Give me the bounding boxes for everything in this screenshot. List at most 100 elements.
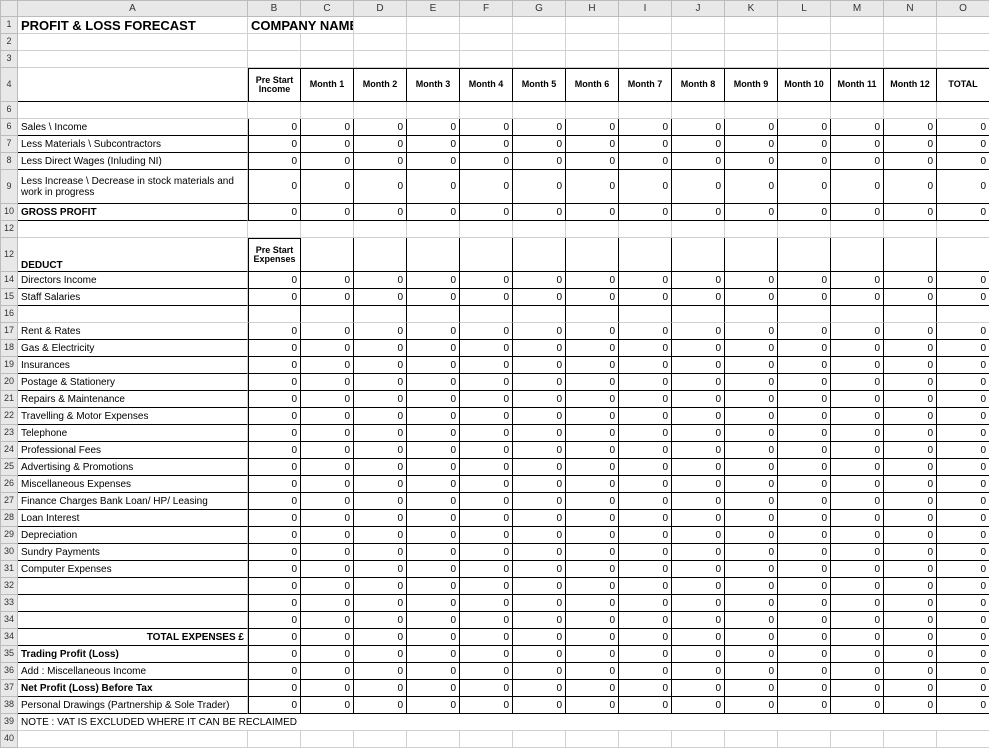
data-cell[interactable]: 0 — [619, 697, 672, 714]
empty-cell[interactable] — [884, 731, 937, 748]
data-cell[interactable]: 0 — [460, 170, 513, 204]
empty-cell[interactable] — [460, 731, 513, 748]
data-cell[interactable]: 0 — [884, 153, 937, 170]
data-cell[interactable]: 0 — [619, 646, 672, 663]
data-cell[interactable]: 0 — [513, 646, 566, 663]
data-cell[interactable]: 0 — [301, 136, 354, 153]
data-cell[interactable]: 0 — [778, 408, 831, 425]
empty-cell[interactable] — [937, 17, 989, 34]
data-cell[interactable]: 0 — [248, 697, 301, 714]
data-cell[interactable]: 0 — [301, 442, 354, 459]
data-cell[interactable]: 0 — [672, 544, 725, 561]
data-cell[interactable]: 0 — [460, 204, 513, 221]
data-cell[interactable]: 0 — [407, 170, 460, 204]
data-cell[interactable]: 0 — [513, 153, 566, 170]
data-cell[interactable]: 0 — [566, 408, 619, 425]
data-cell[interactable]: 0 — [407, 459, 460, 476]
data-cell[interactable]: 0 — [513, 272, 566, 289]
data-cell[interactable]: 0 — [619, 340, 672, 357]
data-cell[interactable]: 0 — [513, 561, 566, 578]
data-cell[interactable]: 0 — [354, 408, 407, 425]
empty-cell[interactable] — [937, 102, 989, 119]
data-cell[interactable]: 0 — [619, 680, 672, 697]
data-cell[interactable]: 0 — [672, 289, 725, 306]
empty-cell[interactable] — [354, 51, 407, 68]
data-cell[interactable]: 0 — [619, 119, 672, 136]
data-cell[interactable]: 0 — [248, 680, 301, 697]
data-cell[interactable]: 0 — [566, 612, 619, 629]
row-header[interactable]: 21 — [0, 391, 18, 408]
data-cell[interactable]: 0 — [672, 612, 725, 629]
data-cell[interactable]: 0 — [619, 561, 672, 578]
data-cell[interactable]: 0 — [937, 629, 989, 646]
data-cell[interactable]: 0 — [619, 323, 672, 340]
data-cell[interactable]: 0 — [831, 425, 884, 442]
data-cell[interactable]: 0 — [301, 425, 354, 442]
empty-cell[interactable] — [725, 34, 778, 51]
empty-cell[interactable] — [407, 221, 460, 238]
data-cell[interactable] — [619, 306, 672, 323]
column-header[interactable]: E — [407, 0, 460, 17]
row-header[interactable]: 24 — [0, 442, 18, 459]
data-cell[interactable]: 0 — [725, 374, 778, 391]
data-cell[interactable]: 0 — [407, 323, 460, 340]
data-cell[interactable]: 0 — [566, 493, 619, 510]
data-cell[interactable]: 0 — [831, 646, 884, 663]
column-header[interactable]: A — [18, 0, 248, 17]
data-cell[interactable]: 0 — [301, 578, 354, 595]
data-cell[interactable]: 0 — [407, 391, 460, 408]
data-cell[interactable]: 0 — [248, 476, 301, 493]
data-cell[interactable]: 0 — [725, 391, 778, 408]
data-cell[interactable]: 0 — [778, 680, 831, 697]
data-cell[interactable]: 0 — [513, 289, 566, 306]
data-cell[interactable]: 0 — [248, 425, 301, 442]
data-cell[interactable]: 0 — [884, 204, 937, 221]
data-cell[interactable]: 0 — [513, 544, 566, 561]
data-cell[interactable]: 0 — [672, 391, 725, 408]
data-cell[interactable]: 0 — [725, 595, 778, 612]
empty-cell[interactable] — [460, 51, 513, 68]
data-cell[interactable]: 0 — [301, 663, 354, 680]
data-cell[interactable]: 0 — [407, 578, 460, 595]
data-cell[interactable]: 0 — [831, 544, 884, 561]
data-cell[interactable]: 0 — [778, 493, 831, 510]
data-cell[interactable]: 0 — [354, 646, 407, 663]
column-header[interactable]: I — [619, 0, 672, 17]
data-cell[interactable]: 0 — [301, 680, 354, 697]
data-cell[interactable]: 0 — [566, 323, 619, 340]
row-header[interactable]: 8 — [0, 153, 18, 170]
column-header[interactable]: H — [566, 0, 619, 17]
data-cell[interactable]: 0 — [725, 170, 778, 204]
data-cell[interactable]: 0 — [460, 119, 513, 136]
data-cell[interactable]: 0 — [301, 561, 354, 578]
data-cell[interactable]: 0 — [354, 697, 407, 714]
data-cell[interactable]: 0 — [619, 595, 672, 612]
data-cell[interactable]: 0 — [884, 119, 937, 136]
empty-cell[interactable] — [566, 34, 619, 51]
data-cell[interactable]: 0 — [725, 646, 778, 663]
data-cell[interactable]: 0 — [407, 527, 460, 544]
data-cell[interactable]: 0 — [460, 459, 513, 476]
empty-cell[interactable] — [18, 51, 248, 68]
data-cell[interactable]: 0 — [672, 374, 725, 391]
data-cell[interactable]: 0 — [248, 561, 301, 578]
data-cell[interactable]: 0 — [354, 391, 407, 408]
empty-cell[interactable] — [778, 731, 831, 748]
data-cell[interactable]: 0 — [301, 459, 354, 476]
data-cell[interactable]: 0 — [566, 204, 619, 221]
empty-cell[interactable] — [407, 34, 460, 51]
data-cell[interactable]: 0 — [301, 357, 354, 374]
data-cell[interactable]: 0 — [619, 578, 672, 595]
data-cell[interactable]: 0 — [354, 374, 407, 391]
data-cell[interactable]: 0 — [672, 561, 725, 578]
empty-cell[interactable] — [354, 17, 407, 34]
data-cell[interactable]: 0 — [301, 340, 354, 357]
data-cell[interactable]: 0 — [460, 374, 513, 391]
empty-cell[interactable] — [513, 51, 566, 68]
data-cell[interactable]: 0 — [513, 391, 566, 408]
empty-cell[interactable] — [778, 102, 831, 119]
row-header[interactable]: 2 — [0, 34, 18, 51]
data-cell[interactable]: 0 — [619, 527, 672, 544]
data-cell[interactable]: 0 — [301, 646, 354, 663]
data-cell[interactable]: 0 — [725, 408, 778, 425]
